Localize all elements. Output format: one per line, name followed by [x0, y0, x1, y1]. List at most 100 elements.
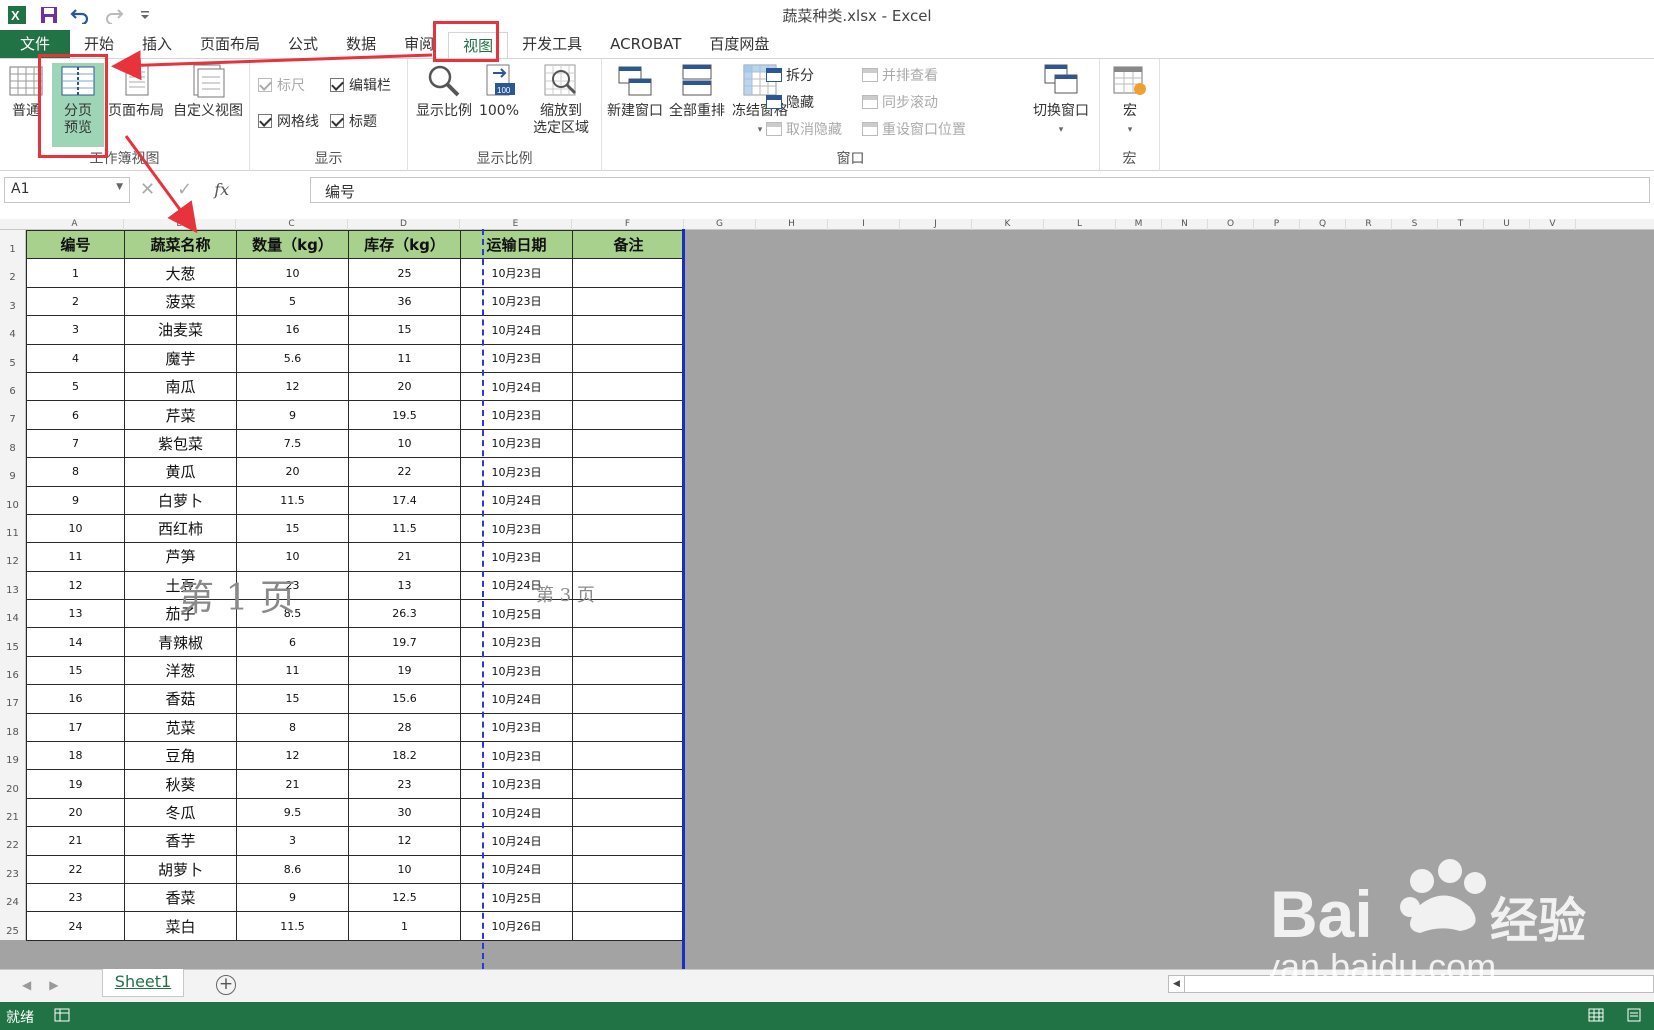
table-cell[interactable]: 11.5 — [236, 911, 349, 941]
row-header[interactable]: 24 — [0, 883, 26, 912]
table-cell[interactable]: 10 — [348, 428, 461, 459]
table-cell[interactable]: 芦笋 — [124, 542, 237, 572]
gridlines-checkbox[interactable]: 网格线 — [258, 111, 319, 131]
row-header[interactable]: 4 — [0, 315, 26, 344]
table-cell[interactable]: 南瓜 — [124, 371, 237, 402]
table-cell[interactable] — [572, 258, 685, 288]
table-cell[interactable]: 土豆 — [124, 570, 237, 601]
table-cell[interactable]: 8.6 — [236, 854, 349, 884]
table-cell[interactable]: 20 — [348, 371, 461, 402]
page-layout-status-icon[interactable] — [1626, 1008, 1642, 1026]
table-cell[interactable]: 13 — [26, 599, 125, 629]
table-cell[interactable]: 黄瓜 — [124, 457, 237, 487]
column-header-E[interactable]: E — [460, 219, 572, 230]
row-header[interactable]: 2 — [0, 258, 26, 287]
row-header[interactable]: 18 — [0, 712, 26, 742]
table-cell[interactable] — [572, 542, 685, 572]
table-cell[interactable]: 24 — [26, 911, 125, 941]
sheet-nav-arrows[interactable]: ◀▶ — [22, 978, 76, 992]
table-cell[interactable]: 10月23日 — [460, 513, 573, 544]
table-cell[interactable]: 10 — [26, 513, 125, 544]
tab-insert[interactable]: 插入 — [128, 30, 186, 58]
table-cell[interactable]: 冬瓜 — [124, 797, 237, 828]
cancel-icon[interactable]: ✕ — [140, 179, 155, 200]
table-cell[interactable]: 22 — [26, 854, 125, 884]
zoom-100-button[interactable]: 100 100% — [476, 63, 522, 120]
scroll-left-icon[interactable]: ◀ — [1169, 976, 1185, 992]
table-cell[interactable] — [572, 457, 685, 487]
table-cell[interactable]: 19.5 — [348, 400, 461, 430]
column-header-S[interactable]: S — [1392, 219, 1438, 230]
tab-page-layout[interactable]: 页面布局 — [186, 30, 274, 58]
table-cell[interactable] — [572, 854, 685, 884]
row-header[interactable]: 10 — [0, 485, 26, 514]
table-cell[interactable] — [572, 797, 685, 828]
table-cell[interactable]: 菠菜 — [124, 286, 237, 317]
table-cell[interactable] — [572, 599, 685, 629]
hide-button[interactable]: 隐藏 — [766, 92, 814, 112]
table-cell[interactable]: 洋葱 — [124, 655, 237, 686]
table-cell[interactable]: 11.5 — [236, 485, 349, 515]
column-title[interactable]: 蔬菜名称 — [124, 229, 237, 260]
row-header[interactable]: 7 — [0, 400, 26, 429]
table-cell[interactable]: 白萝卜 — [124, 485, 237, 515]
table-cell[interactable]: 10月24日 — [460, 485, 573, 515]
table-cell[interactable]: 11 — [26, 542, 125, 572]
table-cell[interactable]: 15.6 — [348, 684, 461, 714]
table-cell[interactable]: 10月24日 — [460, 315, 573, 345]
table-cell[interactable]: 22 — [348, 457, 461, 487]
new-window-button[interactable]: 新建窗口 — [604, 63, 666, 120]
sync-scroll-button[interactable]: 同步滚动 — [862, 92, 938, 112]
table-cell[interactable]: 秋葵 — [124, 769, 237, 799]
table-cell[interactable]: 3 — [236, 826, 349, 856]
table-cell[interactable]: 25 — [348, 258, 461, 288]
row-header[interactable]: 22 — [0, 826, 26, 855]
sheet-tab-sheet1[interactable]: Sheet1 — [102, 969, 184, 997]
table-cell[interactable]: 5 — [236, 286, 349, 317]
row-header[interactable]: 13 — [0, 570, 26, 600]
table-cell[interactable] — [572, 371, 685, 402]
tab-acrobat[interactable]: ACROBAT — [596, 30, 695, 58]
column-header-P[interactable]: P — [1254, 219, 1300, 230]
row-header[interactable]: 8 — [0, 428, 26, 458]
table-cell[interactable] — [572, 826, 685, 856]
unhide-button[interactable]: 取消隐藏 — [766, 119, 842, 139]
tab-developer[interactable]: 开发工具 — [508, 30, 596, 58]
column-title[interactable]: 编号 — [26, 229, 125, 260]
table-cell[interactable]: 胡萝卜 — [124, 854, 237, 884]
ruler-checkbox[interactable]: 标尺 — [258, 75, 305, 95]
table-cell[interactable]: 芹菜 — [124, 400, 237, 430]
table-cell[interactable]: 8 — [236, 712, 349, 743]
table-cell[interactable] — [572, 485, 685, 515]
table-cell[interactable]: 10月23日 — [460, 400, 573, 430]
row-header[interactable]: 23 — [0, 854, 26, 884]
row-header[interactable]: 14 — [0, 599, 26, 628]
table-cell[interactable] — [572, 769, 685, 799]
table-cell[interactable]: 10月25日 — [460, 882, 573, 913]
table-cell[interactable]: 21 — [348, 542, 461, 572]
row-header[interactable]: 17 — [0, 684, 26, 713]
table-cell[interactable]: 9 — [236, 882, 349, 913]
table-cell[interactable]: 15 — [26, 655, 125, 686]
split-button[interactable]: 拆分 — [766, 65, 814, 85]
table-cell[interactable]: 6 — [26, 400, 125, 430]
table-cell[interactable]: 16 — [26, 684, 125, 714]
row-header[interactable]: 20 — [0, 769, 26, 798]
table-cell[interactable]: 10 — [348, 854, 461, 884]
table-cell[interactable] — [572, 286, 685, 317]
table-cell[interactable]: 9 — [26, 485, 125, 515]
zoom-to-selection-button[interactable]: 缩放到 选定区域 — [524, 63, 598, 137]
table-cell[interactable]: 19 — [26, 769, 125, 799]
table-cell[interactable]: 18 — [26, 741, 125, 771]
column-title[interactable]: 备注 — [572, 229, 685, 260]
table-cell[interactable]: 17 — [26, 712, 125, 743]
row-header[interactable]: 1 — [0, 230, 26, 259]
table-cell[interactable]: 13 — [348, 570, 461, 601]
table-cell[interactable]: 香菜 — [124, 882, 237, 913]
table-cell[interactable]: 11 — [236, 655, 349, 686]
table-cell[interactable] — [572, 655, 685, 686]
table-cell[interactable]: 茄子 — [124, 599, 237, 629]
column-header-D[interactable]: D — [348, 219, 460, 230]
arrange-all-button[interactable]: 全部重排 — [666, 63, 728, 120]
row-header[interactable]: 5 — [0, 343, 26, 372]
